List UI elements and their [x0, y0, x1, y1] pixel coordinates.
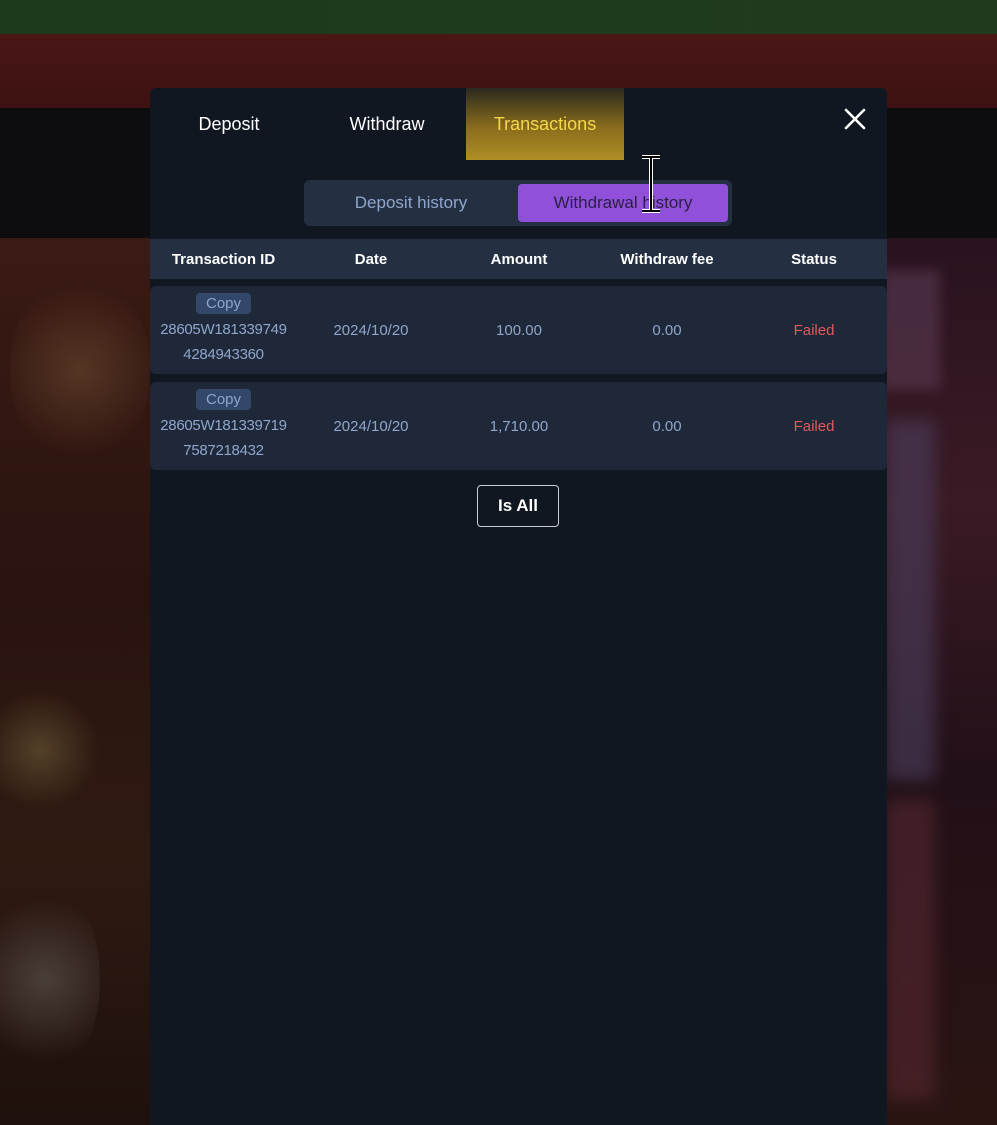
- copy-button[interactable]: Copy: [195, 389, 252, 410]
- background-decoration: [10, 270, 150, 470]
- is-all-button[interactable]: Is All: [477, 485, 559, 527]
- close-icon: [844, 108, 866, 130]
- status-cell: Failed: [793, 321, 835, 339]
- withdraw-fee-cell: 0.00: [652, 417, 682, 435]
- transactions-modal: Deposit Withdraw Transactions Deposit hi…: [150, 88, 887, 1125]
- close-button[interactable]: [840, 104, 870, 134]
- withdraw-fee-cell: 0.00: [652, 321, 682, 339]
- subtab-deposit-history[interactable]: Deposit history: [304, 184, 518, 222]
- tab-transactions[interactable]: Transactions: [466, 88, 624, 160]
- background-top-bar: [0, 0, 997, 34]
- background-decoration: [885, 420, 935, 780]
- tab-deposit[interactable]: Deposit: [150, 88, 308, 160]
- header-withdraw-fee: Withdraw fee: [620, 250, 714, 268]
- tab-withdraw[interactable]: Withdraw: [308, 88, 466, 160]
- background-decoration: [880, 270, 940, 390]
- copy-button[interactable]: Copy: [195, 293, 252, 314]
- transaction-id-cell: Copy 28605W181339749 4284943360: [150, 293, 297, 367]
- table-row: Copy 28605W181339719 7587218432 2024/10/…: [150, 382, 887, 470]
- background-decoration: [885, 800, 935, 1100]
- header-transaction-id: Transaction ID: [171, 250, 276, 268]
- date-cell: 2024/10/20: [333, 417, 409, 435]
- table-row: Copy 28605W181339749 4284943360 2024/10/…: [150, 286, 887, 374]
- header-date: Date: [354, 250, 388, 268]
- modal-tabs: Deposit Withdraw Transactions: [150, 88, 887, 160]
- status-cell: Failed: [793, 417, 835, 435]
- transaction-id-line1: 28605W181339719: [160, 417, 287, 434]
- amount-cell: 100.00: [496, 321, 542, 339]
- amount-cell: 1,710.00: [489, 417, 549, 435]
- text-cursor-icon: [642, 155, 660, 213]
- table-header: Transaction ID Date Amount Withdraw fee …: [150, 239, 887, 279]
- transaction-id-line2: 7587218432: [183, 442, 264, 459]
- transaction-id-line2: 4284943360: [183, 346, 264, 363]
- transaction-id-line1: 28605W181339749: [160, 321, 287, 338]
- header-amount: Amount: [490, 250, 548, 268]
- header-status: Status: [791, 250, 837, 268]
- transaction-id-cell: Copy 28605W181339719 7587218432: [150, 389, 297, 463]
- date-cell: 2024/10/20: [333, 321, 409, 339]
- history-subtabs: Deposit history Withdrawal history: [304, 180, 732, 226]
- subtab-withdrawal-history[interactable]: Withdrawal history: [518, 184, 728, 222]
